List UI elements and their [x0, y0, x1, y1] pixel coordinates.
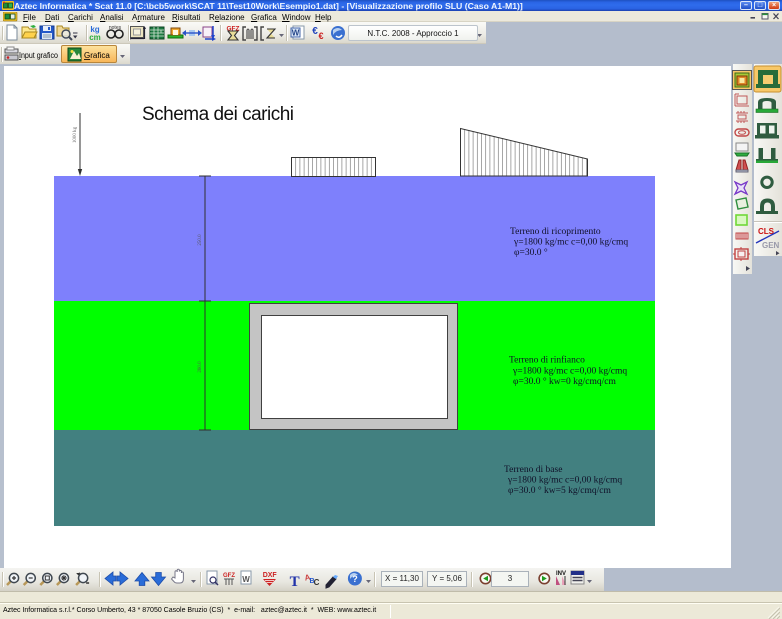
- svg-text:€: €: [312, 26, 318, 37]
- svg-text:Terreno di ricoprimento: Terreno di ricoprimento: [510, 227, 601, 237]
- svg-text:γ=1800 kg/mc c=0,00 kg/cmq: γ=1800 kg/mc c=0,00 kg/cmq: [507, 476, 622, 486]
- svg-text:?: ?: [352, 574, 358, 584]
- svg-text:φ=30.0 ° kw=0 kg/cmq/cm: φ=30.0 ° kw=0 kg/cmq/cm: [513, 376, 616, 387]
- svg-text:φ=30.0 ° kw=5 kg/cmq/cm: φ=30.0 ° kw=5 kg/cmq/cm: [508, 485, 611, 496]
- svg-text:γ=1800 kg/mc c=0,00 kg/cmq: γ=1800 kg/mc c=0,00 kg/cmq: [512, 367, 627, 377]
- svg-text:C: C: [314, 578, 320, 587]
- svg-text:GFZ: GFZ: [223, 573, 235, 579]
- svg-text:T: T: [290, 574, 300, 590]
- svg-text:γ=1800 kg/mc c=0,00 kg/cmq: γ=1800 kg/mc c=0,00 kg/cmq: [513, 238, 628, 248]
- svg-text:Terreno di rinfianco: Terreno di rinfianco: [509, 355, 585, 366]
- svg-text:260.0: 260.0: [198, 361, 203, 373]
- svg-text:Input grafico: Input grafico: [19, 51, 58, 60]
- svg-text:GEN: GEN: [762, 241, 780, 250]
- svg-text:Schema dei carichi: Schema dei carichi: [142, 104, 294, 125]
- svg-text:DXF: DXF: [263, 572, 278, 579]
- svg-text:cm: cm: [89, 33, 101, 42]
- svg-text:φ=30.0 °: φ=30.0 °: [514, 247, 548, 258]
- svg-text:Terreno di base: Terreno di base: [504, 465, 562, 475]
- svg-text:W: W: [292, 29, 300, 38]
- svg-text:W: W: [242, 575, 250, 584]
- svg-text:250.0: 250.0: [198, 234, 203, 246]
- svg-text:1000 kg: 1000 kg: [73, 126, 78, 143]
- svg-text:Grafica: Grafica: [84, 51, 110, 60]
- svg-text:€: €: [318, 31, 323, 41]
